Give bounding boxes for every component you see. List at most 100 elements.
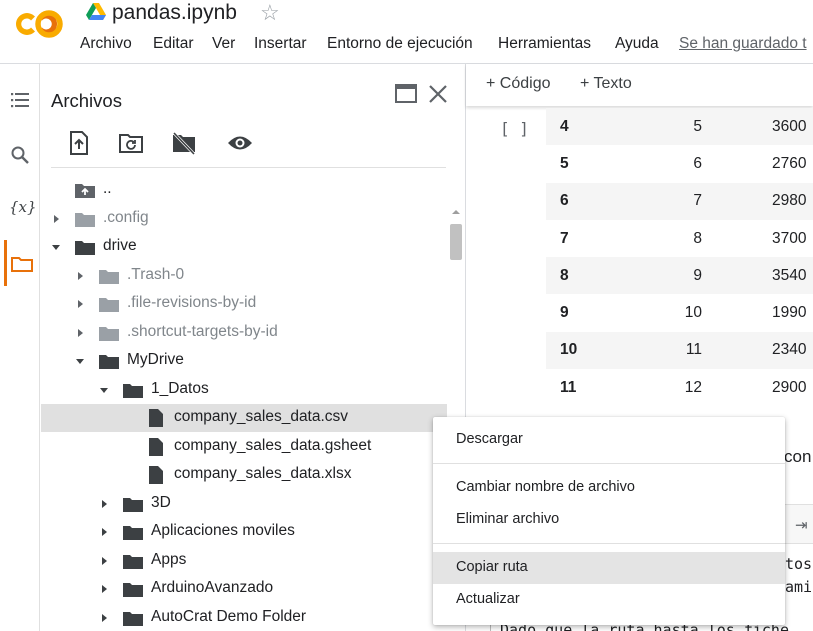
file-icon: [149, 409, 163, 427]
tree-item-xlsx-file[interactable]: company_sales_data.xlsx: [41, 461, 447, 489]
chevron-right-icon[interactable]: [99, 499, 109, 509]
menu-insertar[interactable]: Insertar: [254, 35, 307, 53]
dataframe-output: 4 5 3600 5 6 2760 6 7 2980 7 8 3700 8 9 3540 9 10 1990 10 1…: [546, 108, 813, 406]
tree-item-aplicaciones-moviles[interactable]: Aplicaciones moviles: [41, 518, 447, 546]
tree-item-label: ArduinoAvanzado: [151, 579, 274, 596]
colab-logo[interactable]: [12, 6, 64, 42]
table-cell: 3540: [702, 257, 813, 295]
tree-item-label: .shortcut-targets-by-id: [127, 322, 278, 340]
chevron-right-icon[interactable]: [99, 613, 109, 623]
table-cell: 3600: [702, 108, 813, 146]
table-row: 4 5 3600: [546, 108, 813, 146]
add-text-button[interactable]: + Texto: [580, 75, 632, 93]
chevron-right-icon[interactable]: [99, 556, 109, 566]
indent-icon[interactable]: ⇥: [795, 516, 808, 534]
chevron-right-icon[interactable]: [75, 271, 85, 281]
tree-item-arduinoavanzado[interactable]: ArduinoAvanzado: [41, 575, 447, 603]
variables-icon[interactable]: {x}: [9, 198, 37, 222]
tree-item-mydrive[interactable]: MyDrive: [41, 347, 447, 375]
menu-ayuda[interactable]: Ayuda: [615, 35, 659, 53]
tree-item-csv-file[interactable]: company_sales_data.csv: [41, 404, 447, 432]
tree-item-shortcut-targets[interactable]: .shortcut-targets-by-id: [41, 319, 447, 347]
header: pandas.ipynb ☆ Archivo Editar Ver Insert…: [0, 0, 813, 64]
row-index: 7: [560, 229, 569, 247]
tree-item-1-datos[interactable]: 1_Datos: [41, 376, 447, 404]
tree-item-drive[interactable]: drive: [41, 233, 447, 261]
menu-item-copiar-ruta[interactable]: Copiar ruta: [433, 552, 785, 584]
file-icon: [149, 466, 163, 484]
menu-item-actualizar[interactable]: Actualizar: [433, 584, 785, 616]
menu-herramientas[interactable]: Herramientas: [498, 35, 591, 53]
saved-status-link[interactable]: Se han guardado t: [679, 35, 807, 53]
tree-item-label: .Trash-0: [127, 265, 185, 283]
menu-item-eliminar-archivo[interactable]: Eliminar archivo: [433, 504, 785, 536]
folder-icon[interactable]: [10, 252, 34, 276]
chevron-right-icon[interactable]: [99, 527, 109, 537]
menu-item-descargar[interactable]: Descargar: [433, 424, 785, 456]
chevron-right-icon[interactable]: [75, 328, 85, 338]
chevron-right-icon[interactable]: [99, 584, 109, 594]
code-text: amie: [785, 578, 813, 596]
visibility-icon[interactable]: [227, 130, 253, 156]
tree-item-autocrat-demo-folder[interactable]: AutoCrat Demo Folder: [41, 604, 447, 631]
open-in-window-icon[interactable]: [395, 84, 417, 104]
chevron-down-icon[interactable]: [51, 242, 61, 252]
run-cell-button[interactable]: [ ]: [500, 119, 529, 138]
menu-archivo[interactable]: Archivo: [80, 35, 132, 53]
table-cell: 5: [582, 108, 702, 146]
table-cell: 2760: [772, 154, 807, 172]
tree-item-file-revisions[interactable]: .file-revisions-by-id: [41, 290, 447, 318]
table-cell: 2980: [702, 182, 813, 220]
scroll-up-icon[interactable]: [451, 208, 461, 216]
menu-entorno-ejecucion[interactable]: Entorno de ejecución: [327, 35, 473, 53]
file-tree: .. .config drive .Trash-0 .file-revision…: [41, 176, 447, 631]
tree-item-label: 3D: [151, 493, 171, 511]
menu-item-label: Copiar ruta: [456, 559, 528, 575]
tree-item-apps[interactable]: Apps: [41, 547, 447, 575]
menu-item-label: Actualizar: [456, 591, 520, 607]
star-icon[interactable]: ☆: [260, 0, 280, 26]
folder-icon: [99, 298, 119, 312]
chevron-down-icon[interactable]: [75, 356, 85, 366]
upload-icon[interactable]: [66, 130, 92, 156]
tree-item-3d[interactable]: 3D: [41, 490, 447, 518]
chevron-down-icon[interactable]: [99, 385, 109, 395]
chevron-right-icon[interactable]: [75, 299, 85, 309]
folder-icon: [123, 611, 143, 626]
folder-refresh-icon[interactable]: [118, 130, 144, 156]
drive-off-icon[interactable]: [171, 130, 197, 156]
menu-item-cambiar-nombre[interactable]: Cambiar nombre de archivo: [433, 472, 785, 504]
google-drive-icon: [86, 3, 106, 20]
add-code-button[interactable]: + Código: [486, 75, 551, 93]
left-rail: {x}: [0, 64, 40, 631]
tree-item-label: company_sales_data.xlsx: [174, 465, 352, 482]
menu-ver[interactable]: Ver: [212, 35, 235, 53]
toc-icon[interactable]: [8, 88, 32, 112]
tree-item-parent[interactable]: ..: [41, 176, 447, 204]
table-cell: 7: [582, 182, 702, 220]
search-icon[interactable]: [8, 143, 32, 167]
folder-up-icon: [75, 184, 95, 198]
scrollbar-thumb[interactable]: [450, 224, 462, 260]
close-icon[interactable]: [427, 84, 449, 104]
tree-item-label: ..: [103, 180, 112, 197]
tree-item-config[interactable]: .config: [41, 205, 447, 233]
table-cell: 3700: [772, 229, 807, 247]
folder-icon: [99, 269, 119, 284]
menu-divider: [433, 543, 785, 544]
menu-item-label: Cambiar nombre de archivo: [456, 479, 635, 495]
table-cell: 10: [684, 304, 702, 322]
menu-editar[interactable]: Editar: [153, 35, 194, 53]
folder-icon: [99, 326, 119, 341]
row-index: 10: [546, 331, 582, 370]
tree-item-label: MyDrive: [127, 351, 184, 368]
chevron-right-icon[interactable]: [51, 214, 61, 224]
tree-item-label: company_sales_data.gsheet: [174, 436, 372, 454]
notebook-title[interactable]: pandas.ipynb: [112, 1, 237, 25]
table-row: 9 10 1990: [546, 294, 813, 331]
code-text: tos: [785, 555, 813, 573]
table-cell: 11: [582, 331, 702, 370]
tree-item-gsheet-file[interactable]: company_sales_data.gsheet: [41, 433, 447, 461]
tree-item-trash[interactable]: .Trash-0: [41, 262, 447, 290]
row-index: 6: [546, 182, 582, 220]
